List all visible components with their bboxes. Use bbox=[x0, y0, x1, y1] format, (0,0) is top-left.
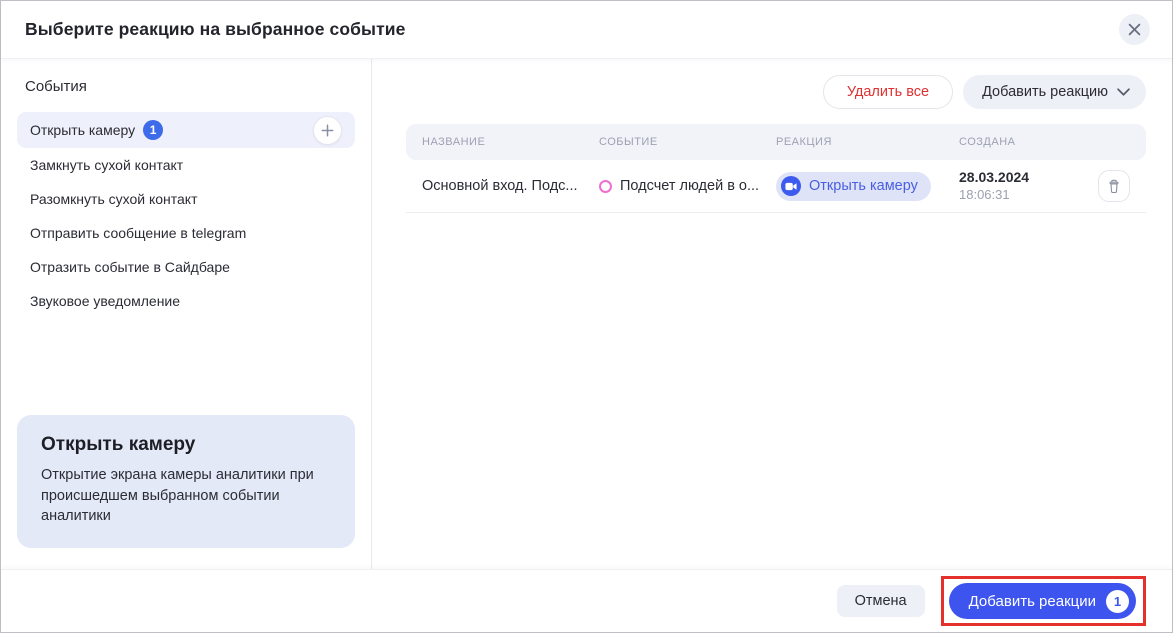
video-camera-icon bbox=[781, 176, 801, 196]
sidebar-item-send-telegram[interactable]: Отправить сообщение в telegram bbox=[17, 216, 355, 250]
created-date: 28.03.2024 bbox=[959, 168, 1086, 186]
highlight-annotation-box: Добавить реакции 1 bbox=[941, 576, 1146, 626]
event-item-label: Отправить сообщение в telegram bbox=[30, 225, 246, 241]
close-icon bbox=[1128, 23, 1141, 36]
event-item-label: Отразить событие в Сайдбаре bbox=[30, 259, 230, 275]
cell-created: 28.03.2024 18:06:31 bbox=[959, 168, 1086, 203]
cell-event-label: Подсчет людей в о... bbox=[620, 178, 759, 194]
reaction-select-dialog: Выберите реакцию на выбранное событие Со… bbox=[0, 0, 1173, 633]
column-header-name: НАЗВАНИЕ bbox=[422, 136, 599, 148]
event-item-label: Открыть камеру bbox=[30, 122, 135, 138]
add-reactions-count-badge: 1 bbox=[1106, 590, 1129, 613]
cancel-button[interactable]: Отмена bbox=[837, 585, 925, 617]
event-item-label: Замкнуть сухой контакт bbox=[30, 157, 183, 173]
reaction-badge: Открыть камеру bbox=[776, 172, 931, 201]
cell-reaction: Открыть камеру bbox=[776, 172, 959, 201]
delete-all-button[interactable]: Удалить все bbox=[823, 75, 953, 109]
delete-row-button[interactable] bbox=[1098, 170, 1130, 202]
reactions-table-header: НАЗВАНИЕ СОБЫТИЕ РЕАКЦИЯ СОЗДАНА bbox=[406, 124, 1146, 160]
add-reactions-button[interactable]: Добавить реакции 1 bbox=[949, 583, 1136, 619]
event-dot-icon bbox=[599, 180, 612, 193]
created-time: 18:06:31 bbox=[959, 187, 1086, 204]
events-sidebar: События Открыть камеру 1 Замкнуть сухой … bbox=[1, 58, 372, 570]
column-header-created: СОЗДАНА bbox=[959, 136, 1086, 148]
plus-icon bbox=[321, 124, 334, 137]
add-reactions-button-label: Добавить реакции bbox=[969, 593, 1096, 610]
event-item-label: Разомкнуть сухой контакт bbox=[30, 191, 198, 207]
event-count-badge: 1 bbox=[143, 120, 163, 140]
info-card-description: Открытие экрана камеры аналитики при про… bbox=[41, 465, 331, 527]
reactions-toolbar: Удалить все Добавить реакцию bbox=[406, 75, 1146, 109]
event-list: Открыть камеру 1 Замкнуть сухой контакт … bbox=[17, 112, 355, 318]
dialog-header: Выберите реакцию на выбранное событие bbox=[1, 1, 1172, 58]
sidebar-item-open-dry-contact[interactable]: Разомкнуть сухой контакт bbox=[17, 182, 355, 216]
cell-event: Подсчет людей в о... bbox=[599, 178, 776, 194]
event-item-label: Звуковое уведомление bbox=[30, 293, 180, 309]
sidebar-item-open-camera[interactable]: Открыть камеру 1 bbox=[17, 112, 355, 148]
reactions-panel: Удалить все Добавить реакцию НАЗВАНИЕ СО… bbox=[372, 58, 1172, 570]
add-reaction-dropdown[interactable]: Добавить реакцию bbox=[963, 75, 1146, 109]
sidebar-item-close-dry-contact[interactable]: Замкнуть сухой контакт bbox=[17, 148, 355, 182]
column-header-reaction: РЕАКЦИЯ bbox=[776, 136, 959, 148]
add-reaction-dropdown-label: Добавить реакцию bbox=[982, 84, 1108, 100]
trash-icon bbox=[1107, 179, 1121, 194]
dialog-footer: Отмена Добавить реакции 1 bbox=[1, 570, 1172, 632]
cell-name: Основной вход. Подс... bbox=[422, 178, 599, 194]
sidebar-title: События bbox=[17, 78, 355, 95]
event-info-card: Открыть камеру Открытие экрана камеры ан… bbox=[17, 415, 355, 548]
chevron-down-icon bbox=[1117, 88, 1130, 96]
add-event-reaction-button[interactable] bbox=[313, 116, 342, 145]
info-card-title: Открыть камеру bbox=[41, 434, 331, 456]
reaction-badge-label: Открыть камеру bbox=[809, 178, 918, 194]
close-button[interactable] bbox=[1119, 14, 1150, 45]
table-row: Основной вход. Подс... Подсчет людей в о… bbox=[406, 160, 1146, 213]
sidebar-item-sound-notification[interactable]: Звуковое уведомление bbox=[17, 284, 355, 318]
sidebar-item-show-in-sidebar[interactable]: Отразить событие в Сайдбаре bbox=[17, 250, 355, 284]
column-header-event: СОБЫТИЕ bbox=[599, 136, 776, 148]
dialog-title: Выберите реакцию на выбранное событие bbox=[25, 19, 405, 40]
